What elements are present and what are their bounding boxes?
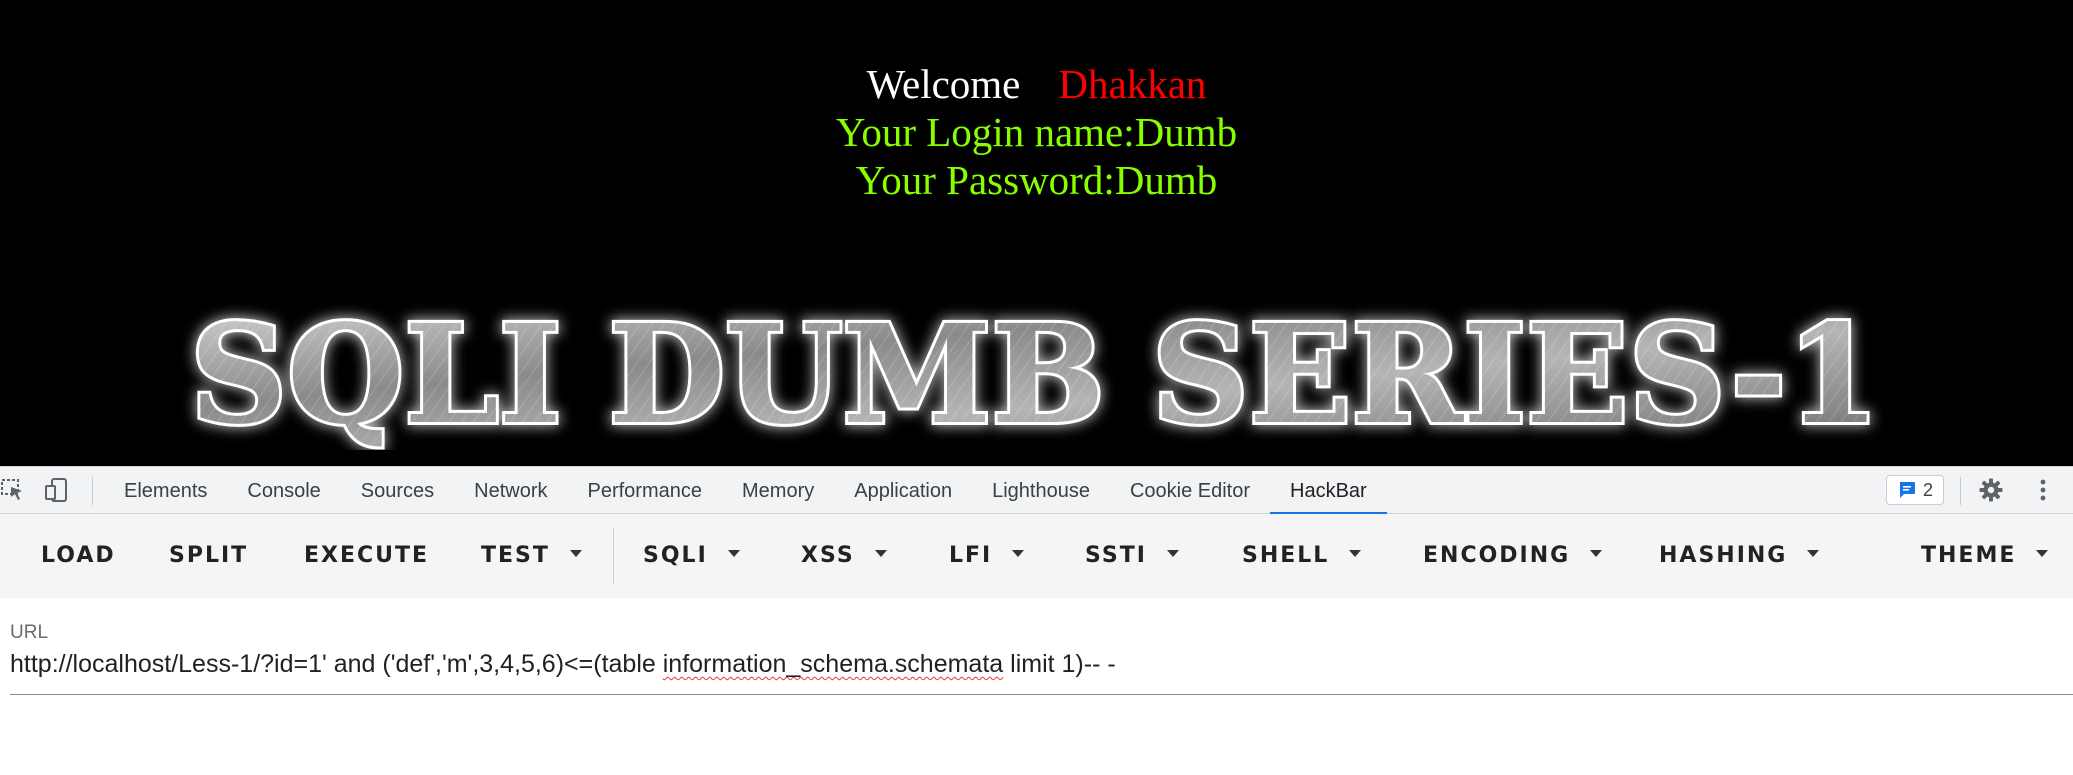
chevron-down-icon	[1166, 549, 1179, 557]
url-field[interactable]: URL http://localhost/Less-1/?id=1' and (…	[0, 598, 2073, 775]
chevron-down-icon	[1807, 549, 1820, 557]
chevron-down-icon	[1349, 549, 1362, 557]
lfi-dropdown[interactable]: LFI	[949, 514, 1025, 598]
inspect-element-icon[interactable]	[0, 477, 26, 503]
test-dropdown[interactable]: TEST	[481, 514, 582, 598]
sqli-label: SQLI	[643, 543, 708, 568]
url-text-misspelled: information_schema.schemata	[662, 650, 1004, 678]
banner-texture: SQLI DUMB SERIES-1	[190, 300, 1880, 450]
chevron-down-icon	[727, 549, 740, 557]
more-options-icon[interactable]	[2030, 477, 2056, 503]
tab-hackbar[interactable]: HackBar	[1270, 467, 1387, 515]
toolbar-divider	[92, 477, 93, 505]
xss-dropdown[interactable]: XSS	[801, 514, 887, 598]
web-page: Welcome Dhakkan Your Login name:Dumb Your…	[0, 0, 2073, 466]
tab-elements[interactable]: Elements	[104, 467, 227, 515]
chevron-down-icon	[874, 549, 887, 557]
device-toolbar-icon[interactable]	[44, 477, 70, 503]
issues-count: 2	[1923, 479, 1934, 500]
test-label: TEST	[481, 543, 550, 568]
tab-application[interactable]: Application	[834, 467, 972, 515]
tab-lighthouse[interactable]: Lighthouse	[972, 467, 1110, 515]
ssti-label: SSTI	[1085, 543, 1147, 568]
chevron-down-icon	[1590, 549, 1603, 557]
message-icon	[1899, 482, 1915, 498]
welcome-text: Welcome	[866, 61, 1021, 107]
lfi-label: LFI	[949, 543, 993, 568]
devtools-panel: Elements Console Sources Network Perform…	[0, 466, 2073, 775]
tab-memory[interactable]: Memory	[722, 467, 834, 515]
tab-sources[interactable]: Sources	[341, 467, 454, 515]
shell-dropdown[interactable]: SHELL	[1242, 514, 1362, 598]
settings-gear-icon[interactable]	[1978, 477, 2004, 503]
split-label: SPLIT	[169, 543, 249, 568]
theme-label: THEME	[1921, 543, 2017, 568]
hashing-dropdown[interactable]: HASHING	[1659, 514, 1820, 598]
toolbar-divider	[1960, 477, 1961, 505]
chevron-down-icon	[569, 549, 582, 557]
chevron-down-icon	[1012, 549, 1025, 557]
toolbar-divider	[613, 528, 614, 584]
tab-performance[interactable]: Performance	[568, 467, 723, 515]
hackbar-toolbar: LOAD SPLIT EXECUTE TEST SQLI XSS LFI SST…	[0, 514, 2073, 598]
url-label: URL	[10, 622, 49, 643]
url-text-end: limit 1)-- -	[1003, 650, 1116, 678]
sqli-dumb-series-banner: SQLI DUMB SERIES-1 SQLI DUMB SERIES-1	[187, 300, 1883, 450]
password-text: Your Password:Dumb	[855, 157, 1218, 203]
load-label: LOAD	[41, 543, 116, 568]
execute-label: EXECUTE	[304, 543, 430, 568]
theme-dropdown[interactable]: THEME	[1921, 514, 2049, 598]
url-underline	[10, 694, 2073, 695]
greeting-block: Welcome Dhakkan Your Login name:Dumb Your…	[0, 60, 2073, 204]
ssti-dropdown[interactable]: SSTI	[1085, 514, 1179, 598]
url-input[interactable]: http://localhost/Less-1/?id=1' and ('def…	[10, 650, 1116, 679]
split-button[interactable]: SPLIT	[169, 514, 248, 598]
username-text: Dhakkan	[1058, 61, 1207, 107]
load-button[interactable]: LOAD	[41, 514, 116, 598]
sqli-dropdown[interactable]: SQLI	[643, 514, 740, 598]
issues-badge[interactable]: 2	[1886, 475, 1945, 505]
devtools-tabs: Elements Console Sources Network Perform…	[104, 467, 1387, 515]
login-name-text: Your Login name:Dumb	[835, 109, 1238, 155]
shell-label: SHELL	[1242, 543, 1330, 568]
tab-cookie-editor[interactable]: Cookie Editor	[1110, 467, 1270, 515]
tab-network[interactable]: Network	[454, 467, 567, 515]
tab-console[interactable]: Console	[227, 467, 340, 515]
xss-label: XSS	[801, 543, 855, 568]
execute-button[interactable]: EXECUTE	[304, 514, 429, 598]
hashing-label: HASHING	[1659, 543, 1788, 568]
encoding-dropdown[interactable]: ENCODING	[1423, 514, 1603, 598]
devtools-tab-bar: Elements Console Sources Network Perform…	[0, 466, 2073, 515]
url-text-start: http://localhost/Less-1/?id=1' and ('def…	[10, 650, 663, 678]
encoding-label: ENCODING	[1423, 543, 1571, 568]
chevron-down-icon	[2036, 549, 2049, 557]
